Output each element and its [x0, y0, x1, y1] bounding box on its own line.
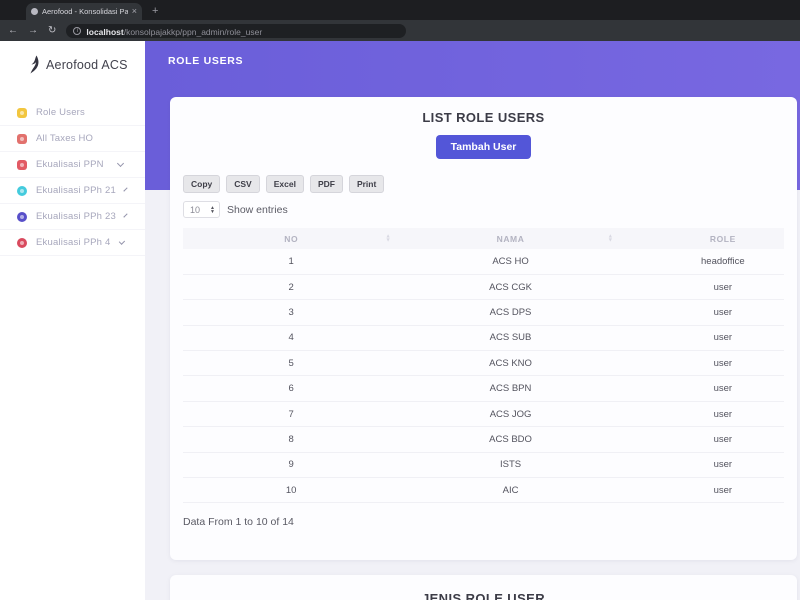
table-info: Data From 1 to 10 of 14: [183, 516, 294, 529]
sidebar-item-ekualisasi-pph23[interactable]: Ekualisasi PPh 23: [0, 204, 145, 230]
copy-button[interactable]: Copy: [183, 175, 221, 193]
sidebar-menu: Role Users All Taxes HO Ekualisasi PPN E…: [0, 100, 145, 256]
spinner-arrows-icon: ▲ ▼: [210, 204, 215, 215]
sidebar-item-ekualisasi-pph4[interactable]: Ekualisasi PPh 4: [0, 230, 145, 256]
column-header-no[interactable]: NO ▲ ▼: [183, 228, 400, 249]
sidebar-item-label: Ekualisasi PPh 23: [36, 211, 116, 222]
shield-icon: [17, 211, 27, 222]
chevron-down-icon: [118, 237, 125, 245]
csv-button[interactable]: CSV: [226, 175, 260, 193]
role-users-table: NO ▲ ▼ NAMA ▲ ▼ ROLE 1 ACS HO headoffice 2 ACS …: [183, 228, 784, 504]
logo-text: Aerofood ACS: [46, 57, 128, 72]
sidebar-item-label: Role Users: [36, 107, 85, 118]
new-tab-button[interactable]: +: [152, 6, 158, 17]
back-icon[interactable]: ←: [8, 25, 18, 36]
table-header-row: NO ▲ ▼ NAMA ▲ ▼ ROLE: [183, 228, 784, 249]
document-icon: [17, 159, 27, 170]
sort-icon: ▲ ▼: [607, 233, 614, 244]
sidebar-item-label: All Taxes HO: [36, 133, 94, 144]
app-logo: Aerofood ACS: [0, 41, 145, 74]
users-icon: [17, 107, 27, 118]
pdf-button[interactable]: PDF: [309, 175, 343, 193]
table-row: 5 ACS KNO user: [183, 350, 784, 377]
table-row: 9 ISTS user: [183, 452, 784, 479]
entries-label: Show entries: [227, 203, 288, 216]
tab-close-icon[interactable]: ×: [132, 7, 137, 16]
circle-icon: [17, 185, 27, 196]
screen: Aerofood - Konsolidasi Pajak × + ← → ↻ i…: [0, 0, 800, 600]
sidebar-item-label: Ekualisasi PPh 4: [36, 237, 111, 248]
table-row: 2 ACS CGK user: [183, 274, 784, 301]
chevron-down-icon: [123, 212, 128, 218]
main-content: ROLE USERS LIST ROLE USERS Tambah User C…: [145, 41, 800, 600]
card-title: LIST ROLE USERS: [422, 110, 545, 125]
table-row: 3 ACS DPS user: [183, 299, 784, 326]
page-info-icon[interactable]: i: [73, 26, 82, 35]
table-row: 8 ACS BDO user: [183, 426, 784, 453]
table-row: 7 ACS JOG user: [183, 401, 784, 428]
browser-tab[interactable]: Aerofood - Konsolidasi Pajak ×: [26, 3, 142, 20]
sidebar-item-label: Ekualisasi PPN: [36, 159, 104, 170]
card-title: JENIS ROLE USER: [421, 591, 546, 600]
excel-button[interactable]: Excel: [265, 175, 304, 193]
logo-bird-icon: [30, 55, 39, 74]
pin-icon: [17, 237, 27, 248]
entries-value: 10: [190, 204, 201, 215]
sidebar: Aerofood ACS Role Users All Taxes HO Eku…: [0, 41, 145, 600]
browser-tabstrip: Aerofood - Konsolidasi Pajak × +: [0, 0, 800, 20]
tab-title: Aerofood - Konsolidasi Pajak: [42, 7, 128, 16]
tambah-user-button[interactable]: Tambah User: [435, 135, 532, 159]
url-host: localhost: [86, 26, 124, 37]
chevron-down-icon: [116, 159, 125, 167]
role-users-table-wrap: NO ▲ ▼ NAMA ▲ ▼ ROLE 1 ACS HO headoffice 2 ACS …: [183, 228, 784, 504]
sidebar-item-ekualisasi-ppn[interactable]: Ekualisasi PPN: [0, 152, 145, 178]
tab-favicon-icon: [31, 8, 38, 15]
chevron-down-icon: [123, 186, 128, 192]
column-header-role[interactable]: ROLE: [621, 228, 784, 249]
print-button[interactable]: Print: [348, 175, 385, 193]
sort-icon: ▲ ▼: [385, 233, 392, 244]
table-row: 4 ACS SUB user: [183, 325, 784, 352]
browser-toolbar: ← → ↻ i localhost/konsolpajakkp/ppn_admi…: [0, 20, 800, 41]
entries-control: 10 ▲ ▼ Show entries: [183, 201, 797, 218]
export-buttons: Copy CSV Excel PDF Print: [183, 175, 797, 193]
column-header-nama[interactable]: NAMA ▲ ▼: [399, 228, 622, 249]
page-title: ROLE USERS: [168, 55, 244, 67]
table-row: 10 AIC user: [183, 477, 784, 504]
url-bar[interactable]: i localhost/konsolpajakkp/ppn_admin/role…: [66, 23, 407, 38]
reload-icon[interactable]: ↻: [48, 25, 56, 36]
url-path: /konsolpajakkp/ppn_admin/role_user: [123, 26, 263, 37]
sidebar-item-ekualisasi-pph21[interactable]: Ekualisasi PPh 21: [0, 178, 145, 204]
sidebar-item-all-taxes-ho[interactable]: All Taxes HO: [0, 126, 145, 152]
sidebar-item-role-users[interactable]: Role Users: [0, 100, 145, 126]
sidebar-item-label: Ekualisasi PPh 21: [36, 185, 116, 196]
list-role-users-card: LIST ROLE USERS Tambah User Copy CSV Exc…: [170, 97, 797, 560]
entries-select[interactable]: 10 ▲ ▼: [183, 201, 220, 218]
forward-icon[interactable]: →: [28, 25, 38, 36]
jenis-role-user-card: JENIS ROLE USER: [170, 575, 797, 600]
building-icon: [17, 133, 27, 144]
table-row: 6 ACS BPN user: [183, 375, 784, 402]
table-row: 1 ACS HO headoffice: [183, 249, 784, 275]
